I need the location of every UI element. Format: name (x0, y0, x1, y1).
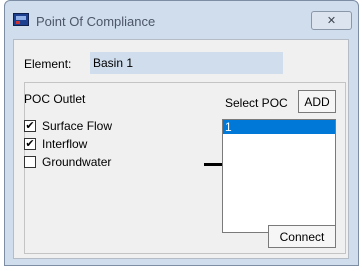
surface-flow-checkbox[interactable]: ✔ (24, 120, 36, 132)
element-field: Basin 1 (90, 52, 283, 74)
element-label: Element: (24, 57, 72, 71)
poc-list-item[interactable]: 1 (223, 120, 335, 134)
select-poc-label: Select POC (225, 96, 288, 110)
interflow-checkbox[interactable]: ✔ (24, 138, 36, 150)
poc-listbox[interactable]: 1 (222, 119, 336, 233)
dialog-body: Element: Basin 1 POC Outlet ✔ Surface Fl… (13, 39, 349, 259)
groundwater-option[interactable]: Groundwater (24, 155, 111, 169)
close-icon: ✕ (326, 15, 337, 27)
groundwater-checkbox[interactable] (24, 156, 36, 168)
interflow-label: Interflow (42, 137, 88, 151)
app-icon (13, 13, 29, 26)
groundwater-label: Groundwater (42, 155, 112, 169)
title-bar[interactable]: Point Of Compliance ✕ (5, 1, 358, 39)
poc-outlet-title: POC Outlet (24, 92, 86, 106)
add-button[interactable]: ADD (298, 90, 336, 113)
surface-flow-label: Surface Flow (42, 119, 113, 133)
interflow-option[interactable]: ✔ Interflow (24, 137, 87, 151)
window-title: Point Of Compliance (36, 14, 156, 29)
close-button[interactable]: ✕ (311, 11, 352, 30)
surface-flow-option[interactable]: ✔ Surface Flow (24, 119, 112, 133)
connector-line (204, 163, 222, 166)
connect-button[interactable]: Connect (268, 225, 336, 248)
point-of-compliance-dialog: Point Of Compliance ✕ Element: Basin 1 P… (4, 0, 359, 266)
